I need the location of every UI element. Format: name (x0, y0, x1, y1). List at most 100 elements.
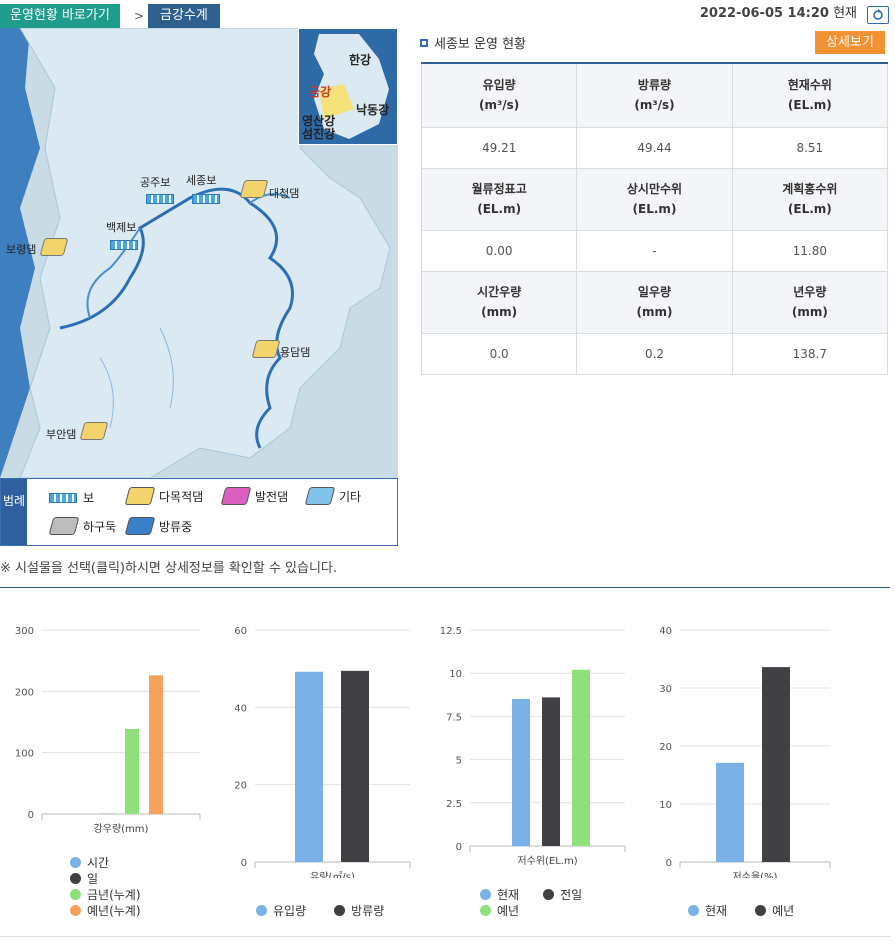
notice-text: ※ 시설물을 선택(클릭)하시면 상세정보를 확인할 수 있습니다. (0, 561, 338, 576)
facility-label-sejong[interactable]: 세종보 (186, 172, 216, 188)
legend-label: 현재 (497, 887, 520, 902)
value-inflow: 49.21 (420, 126, 578, 169)
legend-label: 예년 (772, 903, 795, 918)
bar-예년[interactable] (572, 669, 590, 846)
inset-label-nakdong[interactable]: 낙동강 (356, 101, 389, 118)
legend-item[interactable]: 방류량 (334, 902, 384, 918)
y-tick-label: 20 (659, 742, 672, 753)
header-current-level: 현재수위 (EL.m) (731, 62, 889, 128)
legend-item[interactable]: 전일 (543, 886, 582, 902)
rainfall-chart: 0 100 200 300 강우량(mm) (15, 626, 201, 835)
facility-label-buan[interactable]: 부안댐 (46, 426, 76, 442)
dam-icon[interactable] (251, 340, 281, 358)
storage-rate-chart-legend: 현재 예년 (688, 902, 794, 918)
storage-rate-chart: 0 10 20 30 40 저수율(%) (659, 626, 831, 878)
bar-방류량[interactable] (341, 670, 369, 862)
other-facility-icon (304, 487, 336, 505)
y-tick-label: 0 (241, 858, 247, 869)
value-normal-high-level: - (576, 229, 733, 272)
legend-label: 예년(누계) (87, 903, 141, 918)
water-level-chart: 0 2.5 5 7.5 10 12.5 저수위(EL.m) (440, 626, 626, 867)
legend-tag: 범례 (1, 479, 27, 545)
legend-label: 현재 (705, 903, 728, 918)
releasing-icon (124, 517, 156, 535)
breadcrumb-current[interactable]: 금강수계 (148, 4, 220, 28)
map-legend: 범례 보 다목적댐 발전댐 기타 하구둑 방류중 (0, 478, 398, 546)
flow-chart-legend: 유입량 방류량 (256, 902, 384, 918)
legend-item[interactable]: 현재 (480, 886, 519, 902)
y-tick-label: 200 (15, 687, 34, 698)
header-overflow-crest: 월류정표고 (EL.m) (420, 167, 578, 231)
weir-icon[interactable] (146, 194, 174, 204)
refresh-button[interactable] (867, 6, 889, 24)
legend-item[interactable]: 금년(누계) (70, 886, 141, 902)
timestamp: 2022-06-05 14:20 현재 (699, 6, 857, 21)
weir-icon[interactable] (192, 194, 220, 204)
detail-view-button[interactable]: 상세보기 (815, 31, 885, 54)
x-axis-label: 저수위(EL.m) (517, 854, 577, 867)
legend-label: 유입량 (273, 903, 307, 918)
legend-dot-icon (256, 904, 267, 916)
legend-label: 시간 (87, 855, 110, 870)
weir-icon (49, 492, 77, 503)
water-level-chart-legend: 현재 전일예년 (480, 886, 620, 918)
legend-label: 전일 (560, 887, 583, 902)
legend-dot-icon (480, 888, 491, 900)
inset-label-han[interactable]: 한강 (349, 51, 371, 68)
legend-item[interactable]: 현재 (688, 902, 727, 918)
header-normal-high-level: 상시만수위 (EL.m) (576, 167, 733, 231)
legend-item-weir: 보 (49, 489, 94, 506)
bar-예년(누계)[interactable] (149, 675, 163, 814)
y-tick-label: 10 (449, 669, 462, 680)
korea-inset-map: 한강 금강 낙동강 영산강 섬진강 (298, 28, 398, 145)
bullet-square-icon (420, 38, 428, 47)
header-inflow: 유입량 (m³/s) (420, 62, 578, 128)
y-tick-label: 7.5 (446, 712, 462, 723)
dam-icon[interactable] (239, 180, 269, 198)
legend-item-power-dam: 발전댐 (220, 487, 288, 505)
dam-icon[interactable] (79, 422, 109, 440)
bar-전일[interactable] (542, 697, 560, 846)
legend-item[interactable]: 시간 (70, 854, 141, 870)
power-dam-icon (220, 487, 252, 505)
weir-icon[interactable] (110, 240, 138, 250)
header-outflow: 방류량 (m³/s) (576, 62, 733, 128)
inset-label-seomjin[interactable]: 섬진강 (302, 128, 335, 141)
breadcrumb-separator: > (134, 9, 145, 23)
value-daily-rain: 0.2 (576, 332, 733, 375)
charts-area: 0 100 200 300 강우량(mm) 0 20 40 60 유량(㎥/s) 0 2.5 5 7.… (0, 587, 890, 937)
y-tick-label: 30 (659, 684, 672, 695)
bar-현재[interactable] (512, 698, 530, 846)
facility-label-daecheong[interactable]: 대청댐 (269, 185, 299, 201)
estuary-barrage-icon (48, 517, 80, 535)
header-design-flood-level: 계획홍수위 (EL.m) (731, 167, 889, 231)
inset-label-geum[interactable]: 금강 (309, 83, 331, 100)
multipurpose-dam-icon (124, 487, 156, 505)
dam-icon[interactable] (39, 238, 69, 256)
legend-label: 금년(누계) (87, 887, 141, 902)
legend-item[interactable]: 일 (70, 870, 141, 886)
legend-item[interactable]: 유입량 (256, 902, 306, 918)
breadcrumb-home-link[interactable]: 운영현황 바로가기 (0, 4, 120, 28)
legend-dot-icon (480, 904, 491, 916)
facility-label-baekje[interactable]: 백제보 (106, 219, 136, 235)
bar-예년[interactable] (762, 667, 790, 862)
bar-유입량[interactable] (295, 671, 323, 862)
bar-금년(누계)[interactable] (125, 728, 139, 814)
legend-dot-icon (70, 872, 81, 884)
y-tick-label: 0 (456, 842, 462, 853)
facility-label-gongju[interactable]: 공주보 (140, 174, 170, 190)
legend-item[interactable]: 예년 (755, 902, 794, 918)
y-tick-label: 20 (234, 781, 247, 792)
y-tick-label: 40 (234, 703, 247, 714)
y-tick-label: 2.5 (446, 799, 462, 810)
facility-label-boryeong[interactable]: 보령댐 (6, 241, 36, 257)
bar-현재[interactable] (716, 762, 744, 862)
legend-dot-icon (70, 904, 81, 916)
legend-dot-icon (543, 888, 555, 900)
x-axis-label: 저수율(%) (733, 871, 778, 878)
legend-item[interactable]: 예년 (480, 902, 519, 918)
facility-label-yongdam[interactable]: 용담댐 (280, 344, 310, 360)
legend-item-multipurpose-dam: 다목적댐 (124, 487, 203, 505)
legend-item[interactable]: 예년(누계) (70, 902, 141, 918)
